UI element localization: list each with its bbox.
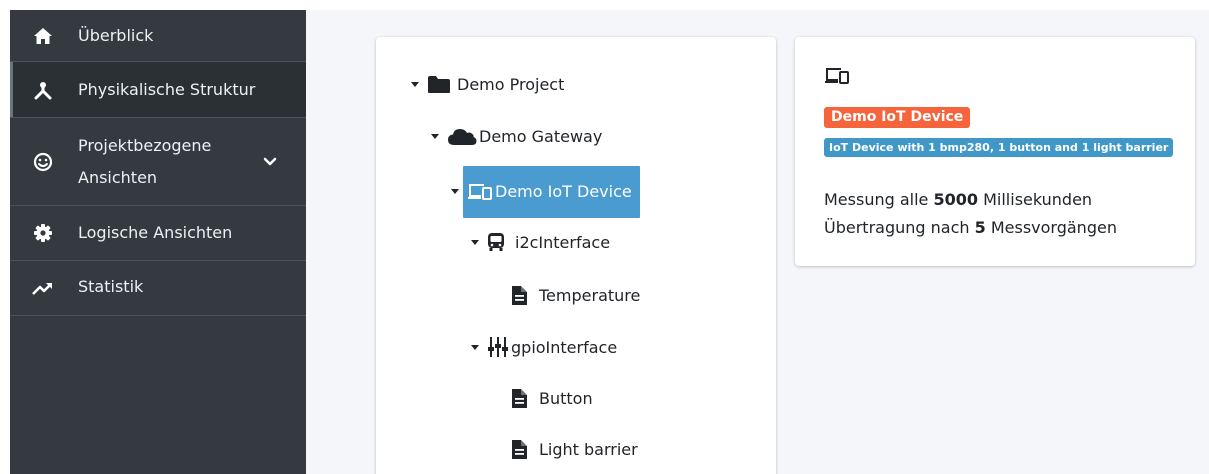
- tree-node-gpiointerface[interactable]: gpioInterface: [471, 332, 617, 362]
- sidebar-item-label: Projektbezogene: [78, 136, 212, 155]
- device-detail-panel: Demo IoT Device IoT Device with 1 bmp280…: [795, 37, 1195, 266]
- sidebar-item-label: Physikalische Struktur: [78, 80, 256, 99]
- tree-node-button[interactable]: Button: [511, 383, 593, 413]
- file-icon: [511, 285, 528, 306]
- sidebar-item-logische-ansichten[interactable]: Logische Ansichten: [10, 206, 306, 261]
- tree-node-demo-iot-device[interactable]: Demo IoT Device: [451, 176, 632, 206]
- sidebar-item-physikalische-struktur[interactable]: Physikalische Struktur: [10, 62, 306, 118]
- tree-node-label: Button: [539, 388, 593, 408]
- devices-icon: [824, 66, 850, 89]
- sidebar-item-label-line2: Ansichten: [78, 168, 158, 187]
- measurement-interval-text: Messung alle 5000 Millisekunden: [824, 190, 1093, 209]
- tree-node-label: Demo IoT Device: [495, 181, 632, 201]
- devices-icon: [467, 182, 493, 201]
- chevron-down-icon[interactable]: [263, 154, 277, 168]
- caret-down-icon[interactable]: [471, 344, 479, 350]
- tree-node-label: i2cInterface: [515, 232, 611, 252]
- tree-node-label: Light barrier: [539, 439, 638, 459]
- tree-node-demo-project[interactable]: Demo Project: [411, 69, 564, 99]
- caret-down-icon[interactable]: [431, 133, 439, 139]
- tree-node-demo-gateway[interactable]: Demo Gateway: [431, 121, 602, 151]
- tree-node-label: Demo Project: [457, 74, 565, 94]
- sidebar: Überblick Physikalische Struktur Projekt…: [10, 10, 306, 474]
- sliders-icon: [487, 336, 509, 358]
- active-indicator: [10, 62, 13, 117]
- tree-node-label: Temperature: [539, 285, 641, 305]
- tree-node-light-barrier[interactable]: Light barrier: [511, 434, 638, 464]
- caret-down-icon[interactable]: [411, 81, 419, 87]
- cloud-icon: [447, 127, 477, 146]
- home-icon: [32, 25, 54, 47]
- sidebar-item-ueberblick[interactable]: Überblick: [10, 10, 306, 62]
- tree-node-label: gpioInterface: [511, 337, 618, 357]
- sidebar-item-label: Statistik: [78, 277, 144, 296]
- trend-icon: [32, 277, 54, 299]
- caret-down-icon[interactable]: [451, 188, 459, 194]
- structure-tree-panel: Demo Project Demo Gateway Demo IoT Devic…: [376, 37, 776, 474]
- bus-icon: [487, 232, 505, 252]
- sidebar-item-projektbezogene-ansichten[interactable]: Projektbezogene Ansichten: [10, 118, 306, 206]
- sidebar-item-statistik[interactable]: Statistik: [10, 261, 306, 316]
- sidebar-item-label: Logische Ansichten: [78, 223, 233, 242]
- device-name-badge: Demo IoT Device: [824, 107, 971, 128]
- gear-icon: [32, 222, 54, 244]
- measurement-interval-value: 5000: [933, 190, 979, 209]
- caret-down-icon[interactable]: [471, 239, 479, 245]
- folder-icon: [427, 75, 451, 94]
- app-frame: Überblick Physikalische Struktur Projekt…: [10, 10, 1209, 474]
- transfer-count-value: 5: [974, 218, 986, 237]
- smiley-icon: [32, 151, 54, 173]
- hierarchy-icon: [32, 79, 54, 101]
- sidebar-item-label: Überblick: [78, 26, 154, 45]
- transfer-count-text: Übertragung nach 5 Messvorgängen: [824, 218, 1117, 237]
- file-icon: [511, 439, 528, 460]
- device-description-badge: IoT Device with 1 bmp280, 1 button and 1…: [824, 138, 1174, 157]
- tree-node-temperature[interactable]: Temperature: [511, 280, 640, 310]
- tree-node-label: Demo Gateway: [479, 126, 603, 146]
- file-icon: [511, 388, 528, 409]
- tree-node-i2cinterface[interactable]: i2cInterface: [471, 227, 610, 257]
